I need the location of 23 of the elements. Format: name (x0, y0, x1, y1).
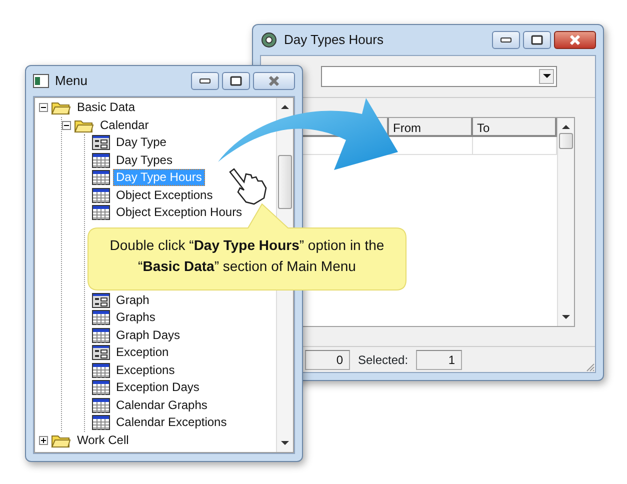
tree-item[interactable]: Calendar Exceptions (113, 414, 230, 432)
tree-item[interactable]: Day Type (113, 134, 170, 152)
tree-item[interactable]: Exceptions (113, 362, 178, 379)
tree-item[interactable]: Calendar Graphs (113, 396, 210, 414)
window-title: Day Types Hours (284, 31, 384, 50)
selected-label: Selected: (358, 352, 408, 368)
tree-item[interactable]: Day Types (113, 152, 176, 169)
window-title: Menu (55, 72, 88, 90)
callout-text: Double click “Day Type Hours” option in the “Basic Data” section of Main Menu (108, 236, 386, 276)
tree-item[interactable]: Graph Days (113, 326, 184, 344)
tree-item[interactable]: Basic Data (74, 99, 138, 116)
column-header[interactable]: To (473, 118, 557, 137)
tree-item[interactable]: Object Exceptions (113, 186, 216, 204)
tree-item[interactable]: Exception Days (113, 379, 202, 396)
selected-count-field: 1 (416, 350, 462, 370)
tree-item[interactable]: Work Cell (74, 432, 132, 449)
tree-item[interactable]: Graph (113, 292, 152, 309)
tree-item[interactable]: Calendar (97, 116, 152, 134)
count-field: 0 (305, 350, 350, 370)
tree-item[interactable]: Exception (113, 344, 172, 362)
column-header[interactable]: From (389, 118, 473, 137)
tree-item[interactable]: Object Exception Hours (113, 204, 246, 222)
tree-item[interactable]: Graphs (113, 309, 158, 326)
